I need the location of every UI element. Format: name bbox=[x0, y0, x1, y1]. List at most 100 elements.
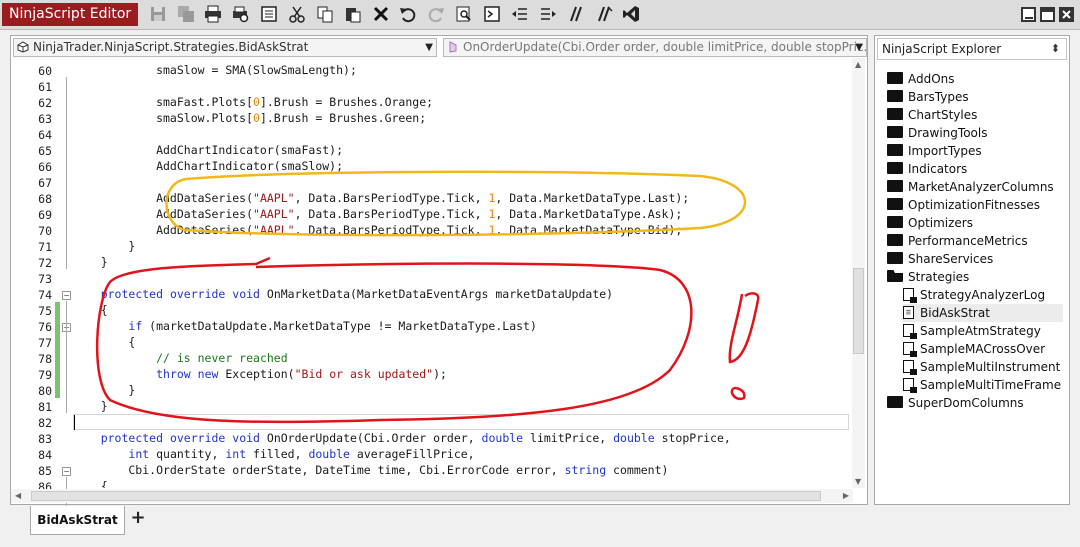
scroll-right-icon[interactable]: ▶ bbox=[843, 491, 849, 500]
find-icon[interactable] bbox=[454, 4, 474, 24]
print-icon[interactable] bbox=[203, 4, 223, 24]
folder-icon bbox=[887, 162, 903, 174]
tree-item-optimizationfitnesses[interactable]: OptimizationFitnesses bbox=[887, 196, 1063, 214]
tree-item-superdomcolumns[interactable]: SuperDomColumns bbox=[887, 394, 1063, 412]
tree-item-bidaskstrat[interactable]: BidAskStrat bbox=[903, 304, 1063, 322]
visual-studio-icon[interactable] bbox=[621, 4, 641, 24]
line-number: 73 bbox=[38, 272, 52, 286]
undo-icon[interactable] bbox=[398, 4, 418, 24]
line-number: 71 bbox=[38, 240, 52, 254]
tree-item-drawingtools[interactable]: DrawingTools bbox=[887, 124, 1063, 142]
explorer-header: NinjaScript Explorer ⬍ bbox=[877, 38, 1067, 60]
locked-file-icon bbox=[903, 324, 917, 339]
pin-icon[interactable]: ⬍ bbox=[1051, 39, 1060, 59]
line-number: 82 bbox=[38, 416, 52, 430]
tab-bidaskstrat[interactable]: BidAskStrat bbox=[30, 506, 125, 535]
line-number: 65 bbox=[38, 144, 52, 158]
tree-item-performancemetrics[interactable]: PerformanceMetrics bbox=[887, 232, 1063, 250]
tree-item-samplemacrossover[interactable]: SampleMACrossOver bbox=[903, 340, 1063, 358]
cut-icon[interactable] bbox=[287, 4, 307, 24]
horizontal-scroll-thumb[interactable] bbox=[31, 491, 821, 501]
tree-item-samplemultitimeframe[interactable]: SampleMultiTimeFrame bbox=[903, 376, 1063, 394]
uncomment-icon[interactable] bbox=[594, 4, 614, 24]
code-line: protected override void OnMarketData(Mar… bbox=[100, 287, 614, 301]
tree-item-addons[interactable]: AddOns bbox=[887, 70, 1063, 88]
code-line: int quantity, int filled, double average… bbox=[128, 447, 475, 461]
type-dropdown-value: NinjaTrader.NinjaScript.Strategies.BidAs… bbox=[33, 40, 309, 54]
type-dropdown[interactable]: NinjaTrader.NinjaScript.Strategies.BidAs… bbox=[13, 38, 437, 57]
code-line: AddDataSeries("AAPL", Data.BarsPeriodTyp… bbox=[73, 207, 683, 221]
scroll-down-icon[interactable]: ▼ bbox=[855, 477, 861, 486]
compile-icon[interactable] bbox=[482, 4, 502, 24]
save-icon[interactable] bbox=[148, 4, 168, 24]
tree-item-label: BarsTypes bbox=[908, 90, 969, 104]
line-number: 70 bbox=[38, 224, 52, 238]
tree-item-importtypes[interactable]: ImportTypes bbox=[887, 142, 1063, 160]
close-button[interactable] bbox=[1059, 7, 1074, 22]
code-line: // is never reached bbox=[156, 351, 288, 365]
outdent-icon[interactable] bbox=[510, 4, 530, 24]
tree-item-marketanalyzercolumns[interactable]: MarketAnalyzerColumns bbox=[887, 178, 1063, 196]
line-number: 76 bbox=[38, 320, 52, 334]
tree-item-optimizers[interactable]: Optimizers bbox=[887, 214, 1063, 232]
vertical-scrollbar[interactable]: ▲ ▼ bbox=[852, 58, 865, 488]
tree-item-indicators[interactable]: Indicators bbox=[887, 160, 1063, 178]
line-number: 69 bbox=[38, 208, 52, 222]
code-line: } bbox=[73, 399, 108, 413]
indent-icon[interactable] bbox=[538, 4, 558, 24]
tree-item-label: StrategyAnalyzerLog bbox=[920, 288, 1046, 302]
chevron-down-icon: ▼ bbox=[855, 42, 863, 53]
code-line: { bbox=[73, 479, 108, 488]
tree-item-label: AddOns bbox=[908, 72, 955, 86]
copy-icon[interactable] bbox=[315, 4, 335, 24]
delete-icon[interactable] bbox=[371, 4, 391, 24]
add-tab-button[interactable]: + bbox=[128, 507, 148, 531]
folder-open-icon bbox=[887, 270, 903, 282]
line-number: 75 bbox=[38, 304, 52, 318]
locked-file-icon bbox=[903, 288, 917, 303]
line-number: 79 bbox=[38, 368, 52, 382]
vertical-scroll-thumb[interactable] bbox=[853, 268, 864, 354]
tree-item-samplemultiinstrument[interactable]: SampleMultiInstrument bbox=[903, 358, 1063, 376]
line-number: 61 bbox=[38, 80, 52, 94]
fold-toggle-icon[interactable]: − bbox=[62, 467, 71, 476]
tree-item-strategyanalyzerlog[interactable]: StrategyAnalyzerLog bbox=[903, 286, 1063, 304]
horizontal-scrollbar[interactable]: ◀ ▶ bbox=[11, 489, 853, 503]
line-number: 62 bbox=[38, 96, 52, 110]
folder-icon bbox=[887, 108, 903, 120]
tab-bar: BidAskStrat + bbox=[10, 505, 1070, 537]
line-number: 85 bbox=[38, 464, 52, 478]
tree-item-label: OptimizationFitnesses bbox=[908, 198, 1040, 212]
save-all-icon[interactable] bbox=[176, 4, 196, 24]
tree-item-chartstyles[interactable]: ChartStyles bbox=[887, 106, 1063, 124]
comment-icon[interactable] bbox=[566, 4, 586, 24]
code-line: AddDataSeries("AAPL", Data.BarsPeriodTyp… bbox=[73, 223, 683, 237]
scroll-up-icon[interactable]: ▲ bbox=[855, 60, 861, 69]
fold-toggle-icon[interactable]: − bbox=[62, 291, 71, 300]
scroll-left-icon[interactable]: ◀ bbox=[15, 491, 21, 500]
changed-lines-marker bbox=[55, 302, 60, 398]
member-dropdown[interactable]: OnOrderUpdate(Cbi.Order order, double li… bbox=[443, 38, 867, 57]
tree-item-strategies[interactable]: Strategies bbox=[887, 268, 1063, 286]
line-number: 66 bbox=[38, 160, 52, 174]
tree-item-sampleatmstrategy[interactable]: SampleAtmStrategy bbox=[903, 322, 1063, 340]
line-number: 60 bbox=[38, 64, 52, 78]
code-line: if (marketDataUpdate.MarketDataType != M… bbox=[128, 319, 537, 333]
paste-icon[interactable] bbox=[343, 4, 363, 24]
class-icon bbox=[17, 41, 29, 53]
code-line: AddDataSeries("AAPL", Data.BarsPeriodTyp… bbox=[73, 191, 690, 205]
minimize-button[interactable] bbox=[1021, 7, 1036, 22]
print-preview-icon[interactable] bbox=[231, 4, 251, 24]
code-line: protected override void OnOrderUpdate(Cb… bbox=[100, 431, 731, 445]
tree-item-barstypes[interactable]: BarsTypes bbox=[887, 88, 1063, 106]
file-icon bbox=[903, 306, 914, 319]
tree-item-label: PerformanceMetrics bbox=[908, 234, 1028, 248]
code-area[interactable]: smaSlow = SMA(SlowSmaLength); smaFast.Pl… bbox=[73, 58, 849, 488]
code-line: { bbox=[73, 335, 136, 349]
folder-icon bbox=[887, 252, 903, 264]
tree-item-shareservices[interactable]: ShareServices bbox=[887, 250, 1063, 268]
properties-icon[interactable] bbox=[259, 4, 279, 24]
redo-icon[interactable] bbox=[426, 4, 446, 24]
maximize-button[interactable] bbox=[1040, 7, 1055, 22]
code-editor[interactable]: NinjaTrader.NinjaScript.Strategies.BidAs… bbox=[10, 35, 868, 509]
